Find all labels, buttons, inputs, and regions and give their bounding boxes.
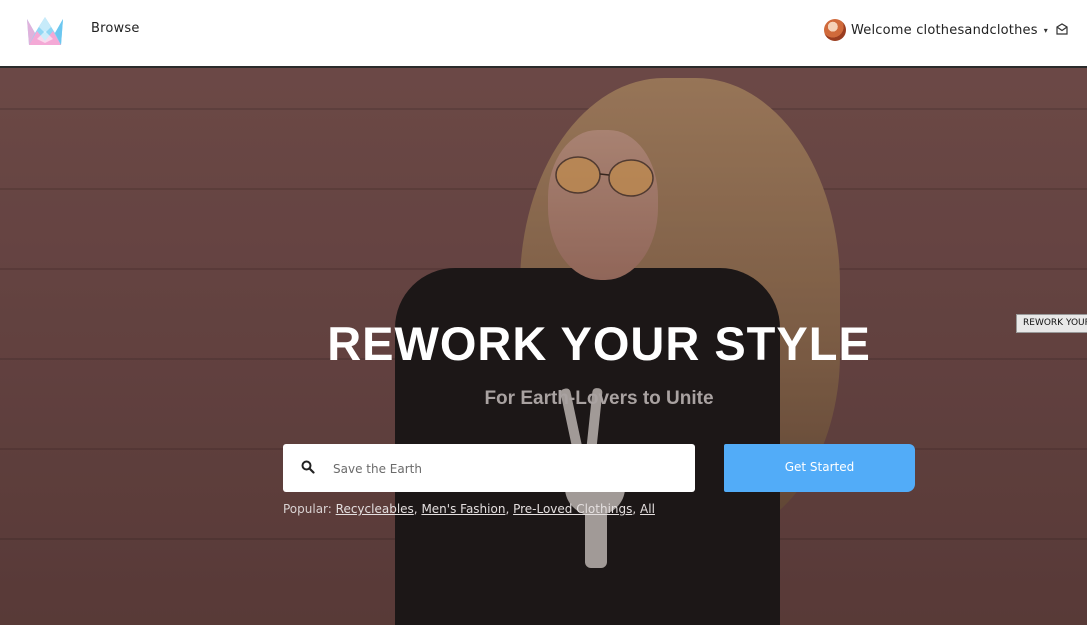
welcome-text: Welcome clothesandclothes <box>851 22 1038 38</box>
popular-link-all[interactable]: All <box>640 502 655 516</box>
search-input[interactable] <box>331 444 685 494</box>
search-box[interactable] <box>283 444 695 494</box>
popular-links: Popular: Recycleables, Men's Fashion, Pr… <box>283 502 655 516</box>
search-icon <box>301 460 315 474</box>
envelope-icon[interactable] <box>1056 23 1068 35</box>
user-menu-dropdown[interactable]: Welcome clothesandclothes ▾ <box>824 19 1048 41</box>
hero-title: REWORK YOUR STYLE <box>327 317 871 370</box>
hero-section: REWORK YOUR STYLE For Earth-Lovers to Un… <box>0 68 1087 625</box>
crown-logo-icon[interactable] <box>25 13 65 47</box>
popular-link-mens-fashion[interactable]: Men's Fashion <box>421 502 505 516</box>
popular-link-pre-loved-clothings[interactable]: Pre-Loved Clothings <box>513 502 632 516</box>
popular-link-recycleables[interactable]: Recycleables <box>336 502 414 516</box>
chevron-down-icon: ▾ <box>1043 25 1048 35</box>
hero-subtitle: For Earth-Lovers to Unite <box>484 388 714 409</box>
avatar <box>824 19 846 41</box>
navbar: Browse Welcome clothesandclothes ▾ <box>0 0 1087 68</box>
side-tooltip-tag: REWORK YOUR STYLE <box>1016 314 1087 333</box>
nav-browse-link[interactable]: Browse <box>91 21 140 36</box>
get-started-button[interactable]: Get Started <box>724 444 915 492</box>
popular-label: Popular: <box>283 502 332 516</box>
